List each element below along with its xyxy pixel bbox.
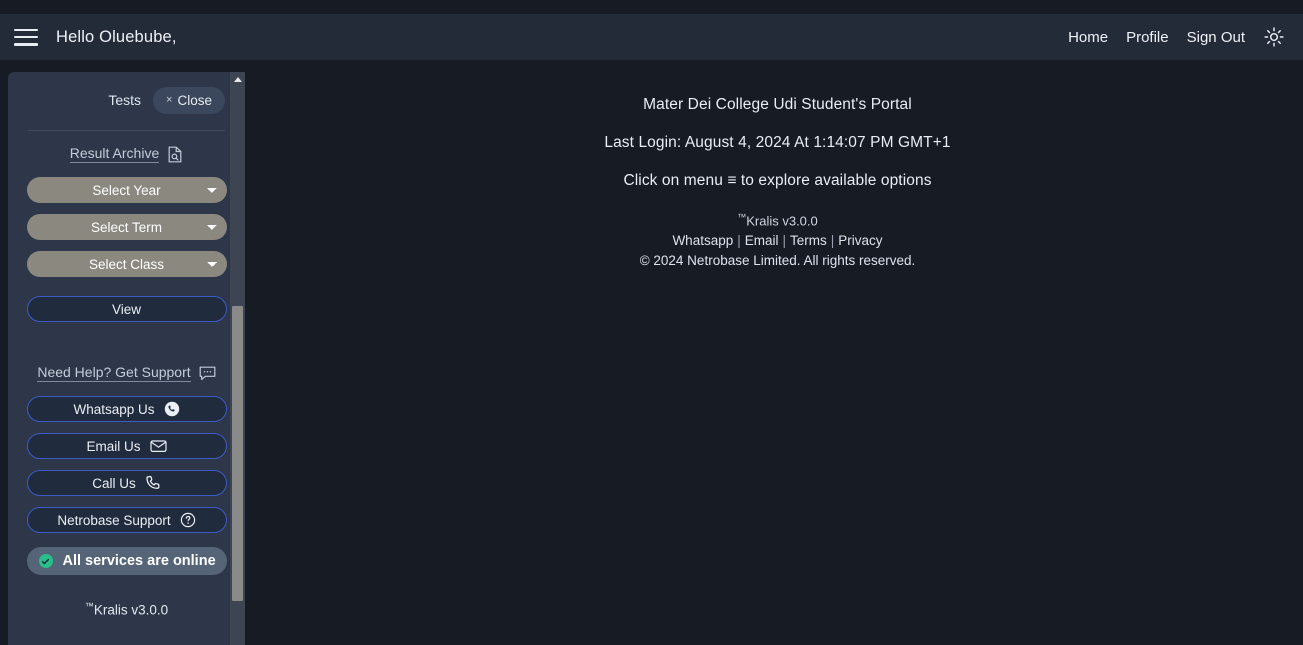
whatsapp-us-button[interactable]: Whatsapp Us [26,396,227,422]
footer-copyright: © 2024 Netrobase Limited. All rights res… [639,253,916,269]
sidebar-version: ™Kralis v3.0.0 [24,601,229,618]
main-content: Mater Dei College Udi Student's Portal L… [252,60,1303,645]
page-footer: ™Kralis v3.0.0 Whatsapp | Email | Terms | Priv… [252,212,1303,268]
netrobase-support-button[interactable]: Netrobase Support [26,507,227,533]
nav-link-home[interactable]: Home [1068,29,1108,46]
hamburger-menu-icon[interactable] [14,28,38,46]
scroll-up-arrow-icon[interactable] [230,72,245,87]
tests-sidebar-panel: Tests × Close Result Archive Select Year… [8,72,245,645]
trademark-symbol: ™ [84,601,94,611]
chat-bubble-icon [199,366,216,380]
sidebar-version-label: Kralis v3.0.0 [93,602,169,618]
whatsapp-icon [164,401,179,417]
call-us-label: Call Us [92,475,136,491]
service-status-label: All services are online [62,553,216,569]
view-button[interactable]: View [26,296,227,322]
footer-version: ™Kralis v3.0.0 [252,212,1303,228]
footer-link-privacy[interactable]: Privacy [838,233,882,248]
footer-link-email[interactable]: Email [745,233,779,248]
phone-icon [146,475,160,489]
scrollbar-thumb[interactable] [232,306,243,601]
question-circle-icon [180,512,195,528]
footer-trademark-symbol: ™ [737,212,747,222]
select-class[interactable]: Select Class [26,251,227,277]
view-button-label: View [111,301,142,317]
close-button[interactable]: × Close [153,86,225,114]
check-circle-icon [38,554,53,568]
sidebar-header: Tests × Close [24,82,229,118]
footer-link-whatsapp[interactable]: Whatsapp [672,233,733,248]
support-label: Need Help? Get Support [37,364,191,382]
sun-icon[interactable] [1263,26,1285,48]
footer-version-label: Kralis v3.0.0 [746,213,818,229]
sidebar-scrollbar[interactable] [230,72,245,645]
result-archive-label: Result Archive [69,145,160,163]
top-navigation-bar: Hello Oluebube, Home Profile Sign Out [0,14,1303,60]
result-archive-heading[interactable]: Result Archive [24,145,229,163]
service-status-badge: All services are online [26,547,227,575]
footer-links: Whatsapp | Email | Terms | Privacy [252,233,1303,248]
support-heading[interactable]: Need Help? Get Support [24,364,229,382]
hamburger-bar [14,28,38,31]
sidebar-divider [28,130,225,131]
top-nav-links: Home Profile Sign Out [1068,26,1289,48]
email-us-label: Email Us [86,438,141,454]
greeting-text: Hello Oluebube, [56,27,177,46]
sidebar-content: Tests × Close Result Archive Select Year… [8,72,245,618]
sidebar-title: Tests [108,92,142,108]
hamburger-bar [14,35,38,39]
email-us-button[interactable]: Email Us [26,433,227,459]
envelope-icon [149,440,167,452]
select-year[interactable]: Select Year [26,177,227,203]
select-term[interactable]: Select Term [26,214,227,240]
footer-separator: | [737,233,741,249]
nav-link-sign-out[interactable]: Sign Out [1187,29,1245,46]
portal-title: Mater Dei College Udi Student's Portal [643,96,912,113]
menu-hint-text: Click on menu ≡ to explore available opt… [623,172,932,189]
last-login-text: Last Login: August 4, 2024 At 1:14:07 PM… [604,134,951,151]
nav-link-profile[interactable]: Profile [1126,29,1169,46]
close-icon: × [166,94,173,106]
netrobase-support-label: Netrobase Support [57,512,171,528]
document-search-icon [168,146,182,162]
footer-link-terms[interactable]: Terms [790,233,827,248]
whatsapp-us-label: Whatsapp Us [73,401,155,417]
footer-separator: | [782,233,787,249]
call-us-button[interactable]: Call Us [26,470,227,496]
footer-separator: | [830,233,835,249]
hamburger-bar [14,43,38,46]
close-button-label: Close [177,92,212,108]
